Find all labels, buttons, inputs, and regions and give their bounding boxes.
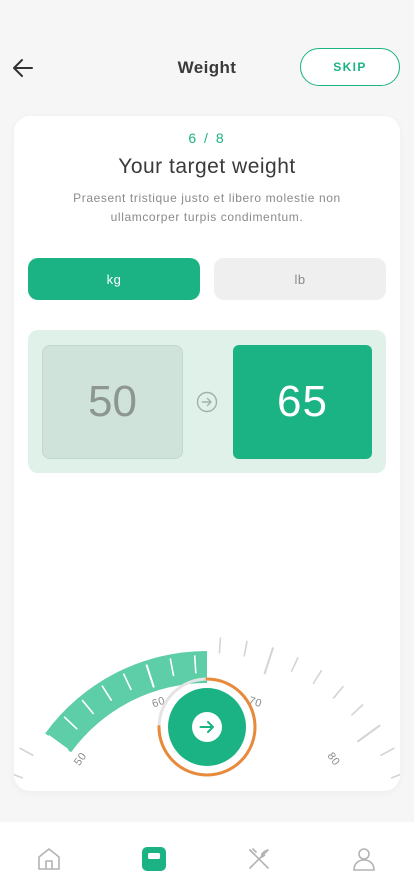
person-icon	[353, 848, 375, 871]
dial-tick	[312, 669, 323, 685]
unit-lb-button[interactable]: lb	[214, 258, 386, 300]
card-heading: Your target weight	[118, 155, 296, 178]
target-weight-card: 6 / 8 Your target weight Praesent tristi…	[14, 116, 400, 791]
dial-label: 50	[72, 750, 89, 768]
fork-knife-icon	[249, 848, 269, 869]
skip-button[interactable]: SKIP	[300, 48, 400, 86]
dial-tick	[19, 747, 34, 757]
nav-item-home[interactable]	[36, 846, 62, 872]
dial-tick	[263, 647, 275, 675]
header: Weight SKIP	[0, 0, 414, 116]
weight-compare-panel: 50 65	[28, 330, 386, 473]
dial-tick	[218, 637, 222, 654]
dial-tick	[14, 773, 24, 779]
next-button-wrap	[157, 677, 257, 777]
arrow-right-circle-icon	[196, 391, 218, 413]
dial-tick	[290, 657, 299, 673]
target-weight-value: 65	[233, 345, 372, 459]
bottom-nav	[0, 822, 414, 896]
unit-kg-button[interactable]: kg	[28, 258, 200, 300]
scale-icon	[142, 847, 166, 871]
card-description: Praesent tristique justo et libero moles…	[73, 191, 341, 224]
dial-tick	[350, 703, 364, 717]
next-button[interactable]	[168, 688, 246, 766]
current-weight-value: 50	[42, 345, 183, 459]
dial-tick	[332, 685, 345, 699]
nav-item-profile[interactable]	[351, 846, 377, 872]
dial-tick	[356, 724, 381, 743]
dial-label: 80	[325, 750, 342, 768]
dial-tick	[243, 640, 248, 657]
step-indicator: 6 / 8	[188, 130, 226, 146]
dial-tick	[193, 655, 197, 674]
arrow-right-icon	[192, 712, 222, 742]
dial-tick	[390, 773, 400, 779]
nav-item-weight[interactable]	[141, 846, 167, 872]
dial-tick	[380, 747, 395, 757]
nav-item-meals[interactable]	[246, 846, 272, 872]
home-icon	[38, 848, 60, 870]
